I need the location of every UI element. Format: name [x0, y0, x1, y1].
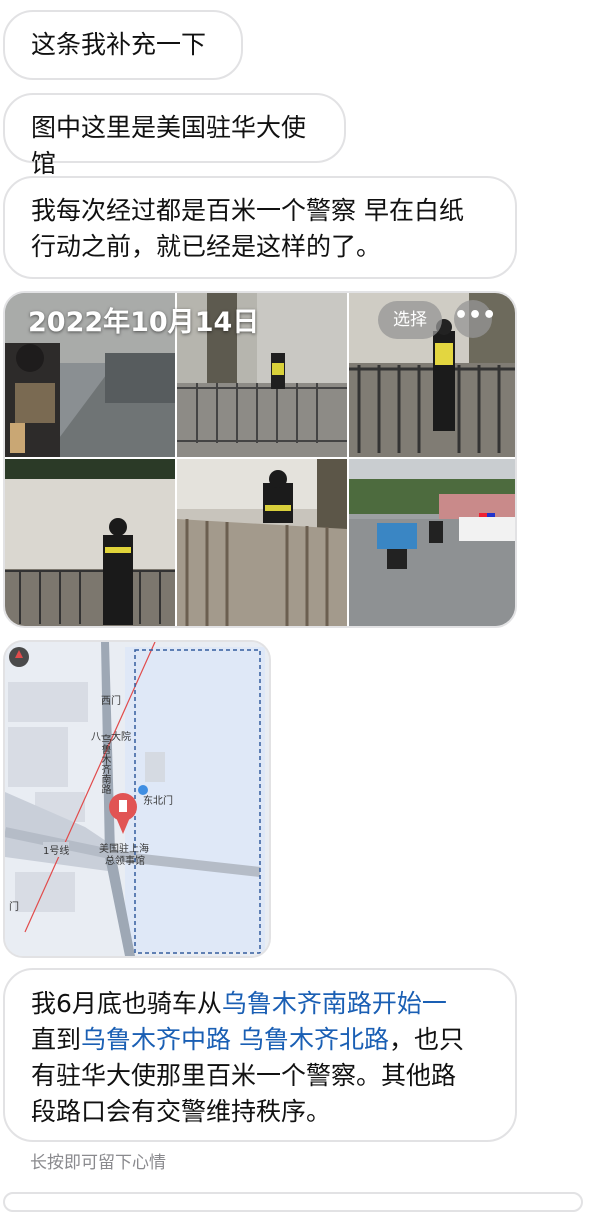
message-text: 段路口会有交警维持秩序。: [31, 1097, 332, 1126]
message-text: 我每次经过都是百米一个警察 早在白纸: [31, 196, 464, 225]
photo-guard-by-fence[interactable]: [177, 459, 347, 626]
message-text: 图中这里是美国驻华大使馆: [31, 113, 307, 178]
message-bubble-final[interactable]: 我6月底也骑车从乌鲁木齐南路开始一 直到乌鲁木齐中路 乌鲁木齐北路，也只 有驻华…: [3, 968, 517, 1142]
map-label-metro: 1号线: [43, 842, 70, 857]
map-label-gate-left: 门: [9, 902, 19, 913]
message-bubble-2[interactable]: 图中这里是美国驻华大使馆: [3, 93, 346, 178]
map-label-poi-line2: 总领事馆: [105, 856, 145, 867]
message-bubble-1[interactable]: 这条我补充一下: [3, 10, 243, 80]
long-press-hint: 长按即可留下心情: [30, 1153, 166, 1173]
message-bubble-3[interactable]: 我每次经过都是百米一个警察 早在白纸 行动之前，就已经是这样的了。: [3, 176, 517, 279]
photo-intersection-police-car[interactable]: [349, 459, 515, 626]
map-card[interactable]: 乌鲁木齐南路 八一大院 西门 东北门 美国驻上海 总领事馆 1号线 门: [3, 640, 271, 958]
photo-wall-guard[interactable]: [5, 459, 175, 626]
map-label-road: 乌鲁木齐南路: [99, 734, 110, 794]
more-options-button[interactable]: •••: [454, 300, 496, 338]
link-road-north[interactable]: 乌鲁木齐北路: [239, 1025, 389, 1054]
map-label-west-gate: 西门: [101, 696, 121, 707]
next-bubble-edge: [3, 1192, 583, 1212]
link-road-middle[interactable]: 乌鲁木齐中路: [81, 1025, 231, 1054]
select-button[interactable]: 选择: [378, 301, 442, 339]
map-image: [5, 642, 269, 956]
message-text: 直到: [31, 1025, 82, 1054]
message-text: 这条我补充一下: [31, 30, 207, 59]
photo-date-label: 2022年10月14日: [28, 307, 260, 338]
message-text: 行动之前，就已经是这样的了。: [31, 232, 382, 261]
message-text: ，也只: [389, 1025, 465, 1054]
message-text: 有驻华大使那里百米一个警察。其他路: [31, 1061, 457, 1090]
photo-album[interactable]: [3, 291, 517, 628]
map-label-gate: 东北门: [143, 796, 173, 807]
message-text: 我6月底也骑车从: [31, 989, 222, 1018]
link-road-south[interactable]: 乌鲁木齐南路开始一: [222, 989, 447, 1018]
map-label-place: 八一大院: [91, 732, 131, 743]
